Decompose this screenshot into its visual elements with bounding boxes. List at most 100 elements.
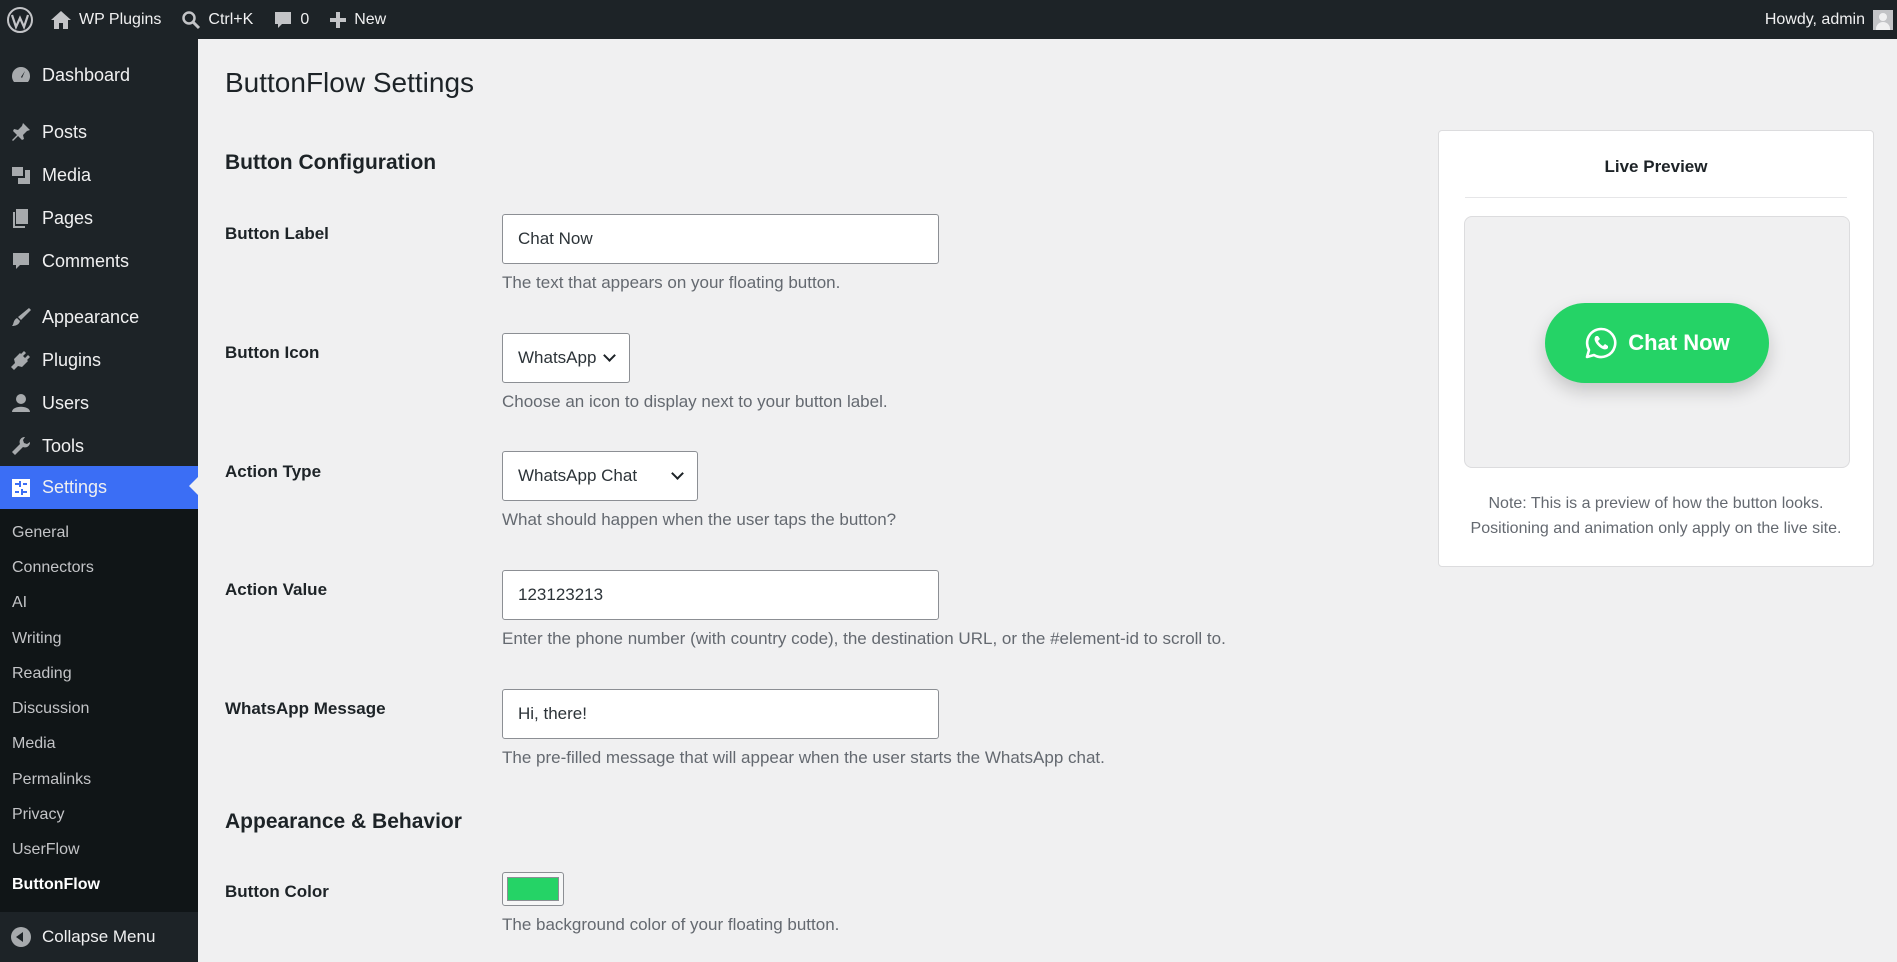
submenu-item-permalinks[interactable]: Permalinks	[12, 771, 91, 789]
sidebar-item-label: Settings	[42, 477, 108, 497]
site-name-link[interactable]: WP Plugins	[40, 0, 171, 39]
wrench-icon	[0, 435, 42, 457]
howdy-text: Howdy, admin	[1764, 10, 1865, 28]
pin-icon	[0, 121, 42, 143]
button-icon-selected: WhatsApp	[518, 348, 597, 367]
avatar	[1873, 9, 1893, 30]
search-icon	[182, 10, 201, 29]
sidebar-item-label: Posts	[42, 121, 88, 142]
preview-note-line: Positioning and animation only apply on …	[1470, 520, 1842, 537]
admin-bar: WP Plugins Ctrl+K 0 New Howdy, admin	[0, 0, 1897, 39]
submenu-item-media[interactable]: Media	[12, 735, 56, 753]
home-icon	[51, 10, 71, 29]
sidebar-item-label: Media	[42, 164, 92, 185]
section-title-configuration: Button Configuration	[225, 151, 437, 174]
action-value-input[interactable]	[502, 570, 939, 620]
sidebar-item-label: Pages	[42, 207, 94, 228]
site-name: WP Plugins	[79, 10, 162, 28]
action-type-selected: WhatsApp Chat	[518, 466, 638, 485]
pages-icon	[0, 207, 42, 229]
sidebar-item-comments[interactable]: Comments	[0, 241, 198, 281]
new-label: New	[354, 10, 387, 28]
user-icon	[0, 392, 42, 414]
action-value-description: Enter the phone number (with country cod…	[502, 629, 1226, 648]
sidebar-item-label: Tools	[42, 435, 85, 456]
collapse-menu-label: Collapse Menu	[42, 927, 156, 946]
section-title-appearance: Appearance & Behavior	[225, 810, 462, 833]
settings-icon	[0, 477, 42, 499]
action-type-description: What should happen when the user taps th…	[502, 510, 897, 529]
preview-note-line: Note: This is a preview of how the butto…	[1488, 495, 1824, 512]
submenu-item-userflow[interactable]: UserFlow	[12, 841, 80, 859]
button-color-picker[interactable]	[502, 872, 564, 906]
preview-note: Note: This is a preview of how the butto…	[1459, 491, 1853, 541]
floating-button-label: Chat Now	[1628, 330, 1730, 355]
button-icon-label: Button Icon	[225, 343, 320, 362]
media-icon	[0, 164, 42, 186]
sidebar-item-posts[interactable]: Posts	[0, 112, 198, 152]
submenu-item-discussion[interactable]: Discussion	[12, 700, 89, 718]
collapse-menu-button[interactable]: Collapse Menu	[0, 912, 198, 962]
button-label-input[interactable]	[502, 214, 939, 264]
plus-icon	[330, 11, 347, 28]
button-color-description: The background color of your floating bu…	[502, 915, 840, 934]
sidebar-item-label: Dashboard	[42, 64, 131, 85]
button-icon-select[interactable]: WhatsApp	[502, 333, 630, 383]
button-color-fill	[507, 877, 559, 901]
sidebar-item-tools[interactable]: Tools	[0, 426, 198, 466]
button-label-label: Button Label	[225, 224, 329, 243]
comment-icon	[275, 11, 292, 28]
chevron-down-icon	[671, 467, 684, 480]
comment-icon	[0, 250, 42, 272]
main-content: ButtonFlow Settings Button Configuration…	[198, 39, 1897, 962]
floating-button-preview: Chat Now	[1545, 303, 1769, 383]
comments-link[interactable]: 0	[263, 0, 319, 39]
search-shortcut-label: Ctrl+K	[208, 10, 254, 28]
sidebar-item-plugins[interactable]: Plugins	[0, 340, 198, 380]
whatsapp-message-description: The pre-filled message that will appear …	[502, 748, 1105, 767]
sidebar-item-pages[interactable]: Pages	[0, 198, 198, 238]
chevron-down-icon	[603, 349, 616, 362]
sidebar-item-settings[interactable]: Settings	[0, 466, 198, 509]
wordpress-logo-icon[interactable]	[0, 0, 40, 39]
preview-stage: Chat Now	[1464, 216, 1850, 468]
search-shortcut[interactable]: Ctrl+K	[171, 0, 263, 39]
button-icon-description: Choose an icon to display next to your b…	[502, 392, 888, 411]
brush-icon	[0, 306, 42, 328]
action-value-label: Action Value	[225, 580, 328, 599]
new-content-link[interactable]: New	[319, 0, 396, 39]
sidebar-item-dashboard[interactable]: Dashboard	[0, 55, 198, 95]
submenu-item-connectors[interactable]: Connectors	[12, 559, 94, 577]
submenu-item-writing[interactable]: Writing	[12, 630, 62, 648]
plug-icon	[0, 349, 42, 371]
button-label-description: The text that appears on your floating b…	[502, 273, 841, 292]
live-preview-title: Live Preview	[1604, 157, 1708, 176]
sidebar-item-appearance[interactable]: Appearance	[0, 297, 198, 337]
settings-submenu: General Connectors AI Writing Reading Di…	[0, 509, 198, 912]
comments-count: 0	[300, 10, 310, 28]
sidebar-item-label: Appearance	[42, 306, 140, 327]
sidebar-item-label: Plugins	[42, 349, 102, 370]
admin-sidebar: Dashboard Posts Media Pages Comments App…	[0, 39, 198, 962]
collapse-arrow-icon	[11, 927, 31, 947]
sidebar-item-users[interactable]: Users	[0, 383, 198, 423]
action-type-select[interactable]: WhatsApp Chat	[502, 451, 698, 501]
page-title: ButtonFlow Settings	[225, 67, 475, 98]
sidebar-item-media[interactable]: Media	[0, 155, 198, 195]
sidebar-item-label: Users	[42, 392, 90, 413]
submenu-item-privacy[interactable]: Privacy	[12, 806, 64, 824]
dashboard-icon	[0, 64, 42, 86]
whatsapp-message-label: WhatsApp Message	[225, 699, 386, 718]
whatsapp-icon	[1585, 327, 1617, 359]
my-account[interactable]: Howdy, admin	[1765, 0, 1893, 39]
submenu-item-ai[interactable]: AI	[12, 594, 27, 612]
divider	[1465, 197, 1847, 198]
button-color-label: Button Color	[225, 882, 329, 901]
whatsapp-message-input[interactable]	[502, 689, 939, 739]
submenu-item-general[interactable]: General	[12, 524, 69, 542]
sidebar-item-label: Comments	[42, 250, 130, 271]
action-type-label: Action Type	[225, 462, 322, 481]
submenu-item-reading[interactable]: Reading	[12, 665, 72, 683]
live-preview-panel: Live Preview Chat Now Note: This is a pr…	[1438, 130, 1874, 567]
submenu-item-buttonflow[interactable]: ButtonFlow	[12, 876, 100, 894]
